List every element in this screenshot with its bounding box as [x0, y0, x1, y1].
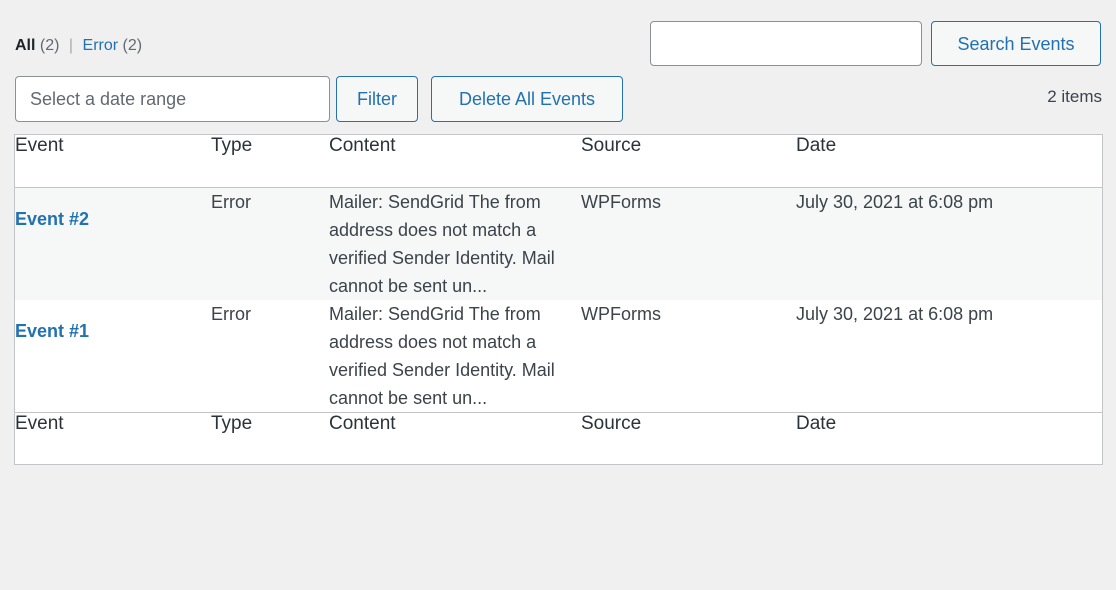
page-toolbar: All (2) | Error (2) Search Events [0, 0, 1116, 72]
cell-event: Event #2 [15, 187, 211, 300]
events-table-foot: Event Type Content Source Date [15, 411, 1102, 464]
search-input[interactable] [651, 22, 921, 65]
table-header-row: Event Type Content Source Date [15, 135, 1102, 188]
search-events-button[interactable]: Search Events [931, 21, 1101, 66]
search-input-wrapper[interactable] [650, 21, 922, 66]
cell-event: Event #1 [15, 300, 211, 413]
delete-all-events-button[interactable]: Delete All Events [431, 76, 623, 122]
cell-date: July 30, 2021 at 6:08 pm [796, 303, 994, 324]
filter-button[interactable]: Filter [336, 76, 418, 122]
view-count-error: (2) [122, 37, 143, 54]
view-link-error[interactable]: Error [83, 37, 119, 54]
column-footer-date[interactable]: Date [796, 411, 1102, 464]
view-filter-links: All (2) | Error (2) [15, 38, 142, 54]
events-log-page: All (2) | Error (2) Search Events Filter… [0, 0, 1116, 590]
table-footer-row: Event Type Content Source Date [15, 411, 1102, 464]
column-footer-content[interactable]: Content [329, 411, 581, 464]
view-count-all: (2) [39, 37, 60, 54]
view-link-all[interactable]: All [15, 37, 35, 54]
column-header-source[interactable]: Source [581, 135, 796, 188]
cell-source: WPForms [581, 191, 661, 212]
events-table-container: Event Type Content Source Date Event #2 … [14, 134, 1103, 465]
item-count-label: 2 items [1047, 87, 1102, 106]
column-footer-source[interactable]: Source [581, 411, 796, 464]
date-range-input[interactable] [16, 77, 329, 121]
cell-source: WPForms [581, 303, 661, 324]
filter-toolbar: Filter Delete All Events 2 items [0, 76, 1116, 126]
events-table-body: Event #2 Error Mailer: SendGrid The from… [15, 187, 1102, 412]
cell-date: July 30, 2021 at 6:08 pm [796, 191, 994, 212]
events-table-head: Event Type Content Source Date [15, 135, 1102, 188]
column-header-event[interactable]: Event [15, 135, 211, 188]
cell-content: Mailer: SendGrid The from address does n… [329, 191, 555, 296]
cell-content: Mailer: SendGrid The from address does n… [329, 303, 555, 408]
cell-type: Error [211, 191, 251, 212]
table-row: Event #1 Error Mailer: SendGrid The from… [15, 299, 1102, 413]
column-footer-event[interactable]: Event [15, 411, 211, 464]
event-link[interactable]: Event #2 [15, 209, 89, 229]
date-range-input-wrapper[interactable] [15, 76, 330, 122]
column-header-date[interactable]: Date [796, 135, 1102, 188]
events-table: Event Type Content Source Date Event #2 … [15, 135, 1102, 464]
event-link[interactable]: Event #1 [15, 321, 89, 341]
column-footer-type[interactable]: Type [211, 411, 329, 464]
cell-type: Error [211, 303, 251, 324]
column-header-content[interactable]: Content [329, 135, 581, 188]
view-links-separator: | [68, 37, 74, 54]
table-row: Event #2 Error Mailer: SendGrid The from… [15, 187, 1102, 300]
column-header-type[interactable]: Type [211, 135, 329, 188]
